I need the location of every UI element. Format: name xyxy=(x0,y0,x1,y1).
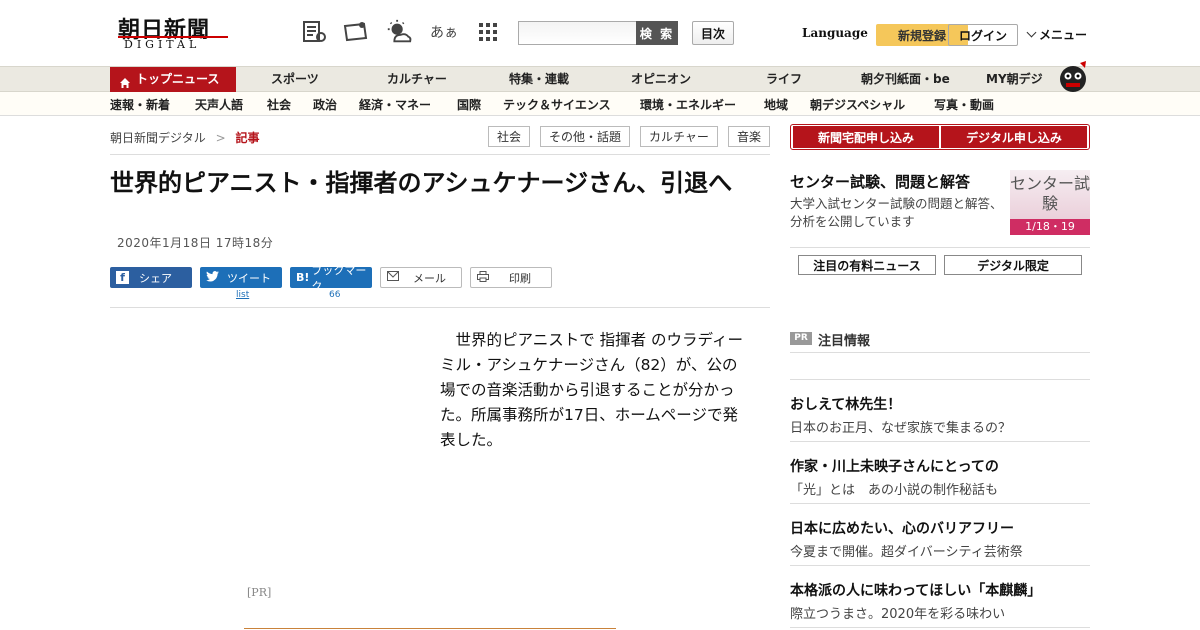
hatena-bookmark-button[interactable]: B! ブックマーク xyxy=(290,264,372,293)
article-body: 世界的ピアニストで 指揮者 のウラディーミル・アシュケナージさん（82）が、公の… xyxy=(440,331,743,449)
pr-badge: PR xyxy=(790,332,812,345)
font-size-icon[interactable]: あぁ xyxy=(430,18,458,46)
divider xyxy=(790,441,1090,442)
chevron-down-icon xyxy=(1026,27,1037,38)
center-exam-banner-text: センター試験 xyxy=(1010,174,1091,213)
pr-heading: 注目情報 xyxy=(818,334,871,349)
facebook-share-button[interactable]: f シェア xyxy=(110,267,192,288)
ad-pr-label: [PR] xyxy=(247,586,272,599)
pr-item-title[interactable]: おしえて林先生！ xyxy=(790,394,901,414)
print-button[interactable]: 印刷 xyxy=(470,267,552,288)
pr-item-title[interactable]: 日本に広めたい、心のバリアフリー xyxy=(790,518,1014,538)
nav-opinion[interactable]: オピニオン xyxy=(631,67,691,92)
pr-item-subtitle[interactable]: 今夏まで開催。超ダイバーシティ芸術祭 xyxy=(790,541,1023,560)
nav-papers[interactable]: 朝夕刊紙面・be xyxy=(861,67,950,92)
nav-features[interactable]: 特集・連載 xyxy=(509,67,569,92)
tag-music[interactable]: 音楽 xyxy=(728,126,770,147)
breadcrumb-home[interactable]: 朝日新聞デジタル xyxy=(110,131,206,145)
tag-other-topics[interactable]: その他・話題 xyxy=(540,126,630,147)
ad-divider xyxy=(244,628,616,629)
hatena-icon: B! xyxy=(296,271,310,284)
search-input[interactable] xyxy=(518,21,638,45)
subnav-international[interactable]: 国際 xyxy=(457,96,481,113)
subnav-society[interactable]: 社会 xyxy=(267,96,291,113)
paid-news-button[interactable]: 注目の有料ニュース xyxy=(798,255,936,275)
apps-grid-icon[interactable] xyxy=(474,18,502,46)
subnav-breaking[interactable]: 速報・新着 xyxy=(110,96,170,113)
subnav-tech[interactable]: テック＆サイエンス xyxy=(503,96,611,113)
divider xyxy=(790,627,1090,628)
nav-top-news[interactable]: トップニュース xyxy=(110,67,236,92)
divider xyxy=(790,503,1090,504)
subnav-local[interactable]: 地域 xyxy=(764,96,788,113)
facebook-icon: f xyxy=(116,271,129,284)
center-exam-description[interactable]: 大学入試センター試験の問題と解答、分析を公開しています xyxy=(790,195,1005,231)
center-exam-title[interactable]: センター試験、問題と解答 xyxy=(790,171,970,192)
ticket-icon[interactable] xyxy=(342,18,370,46)
site-logo-sub[interactable]: DIGITAL xyxy=(124,38,200,51)
table-of-contents-button[interactable]: 目次 xyxy=(692,21,734,45)
nav-my-asadigi[interactable]: MY朝デジ xyxy=(986,67,1043,92)
pr-item-title[interactable]: 本格派の人に味わってほしい「本麒麟」 xyxy=(790,580,1041,600)
search-button[interactable]: 検 索 xyxy=(636,21,678,45)
twitter-icon xyxy=(206,270,219,285)
divider xyxy=(110,154,770,155)
divider xyxy=(110,307,770,308)
menu-button[interactable]: メニュー xyxy=(1026,26,1087,43)
hatena-count[interactable]: 66 xyxy=(329,290,340,300)
subnav-photo-video[interactable]: 写真・動画 xyxy=(934,96,994,113)
site-header: 朝日新聞 DIGITAL あぁ 検 索 目次 Language 新規登録 ログイ… xyxy=(0,0,1200,66)
divider xyxy=(790,247,1090,248)
twitter-tweet-button[interactable]: ツイート xyxy=(200,267,282,288)
pr-item-title[interactable]: 作家・川上未映子さんにとっての xyxy=(790,456,999,476)
divider xyxy=(790,379,1090,380)
divider xyxy=(790,352,1090,353)
login-button[interactable]: ログイン xyxy=(948,24,1018,46)
digital-limited-button[interactable]: デジタル限定 xyxy=(944,255,1082,275)
subnav-economy[interactable]: 経済・マネー xyxy=(359,96,431,113)
language-link[interactable]: Language xyxy=(802,26,868,40)
breadcrumb: 朝日新聞デジタル > 記事 xyxy=(110,129,260,146)
article-date: 2020年1月18日 17時18分 xyxy=(117,236,274,250)
breadcrumb-current: 記事 xyxy=(235,131,260,145)
breadcrumb-separator: > xyxy=(215,131,226,145)
paper-delivery-button[interactable]: 新聞宅配申し込み xyxy=(793,126,939,148)
tag-culture[interactable]: カルチャー xyxy=(640,126,718,147)
center-exam-banner-date: 1/18・19 xyxy=(1010,219,1090,235)
pr-item-subtitle[interactable]: 際立つうまさ。2020年を彩る味わい xyxy=(790,603,1005,622)
digital-subscribe-button[interactable]: デジタル申し込み xyxy=(941,126,1087,148)
sub-nav: 速報・新着 天声人語 社会 政治 経済・マネー 国際 テック＆サイエンス 環境・… xyxy=(0,92,1200,116)
nav-culture[interactable]: カルチャー xyxy=(387,67,447,92)
nav-life[interactable]: ライフ xyxy=(766,67,802,92)
mail-icon xyxy=(387,271,399,284)
tag-society[interactable]: 社会 xyxy=(488,126,530,147)
main-nav: トップニュース スポーツ カルチャー 特集・連載 オピニオン ライフ 朝夕刊紙面… xyxy=(0,61,1200,92)
print-icon xyxy=(477,270,489,285)
mail-button[interactable]: メール xyxy=(380,267,462,288)
newspaper-icon[interactable] xyxy=(300,18,328,46)
pr-item-subtitle[interactable]: 日本のお正月、なぜ家族で集まるの？ xyxy=(790,417,1011,436)
subnav-tenseijingo[interactable]: 天声人語 xyxy=(195,96,243,113)
subnav-politics[interactable]: 政治 xyxy=(313,96,337,113)
divider xyxy=(790,565,1090,566)
article-headline: 世界的ピアニスト・指揮者のアシュケナージさん、引退へ xyxy=(110,169,733,197)
twitter-count[interactable]: list xyxy=(236,290,249,300)
subnav-special[interactable]: 朝デジスペシャル xyxy=(810,96,905,113)
nav-sports[interactable]: スポーツ xyxy=(271,67,319,92)
pr-item-subtitle[interactable]: 「光」とは あの小説の制作秘話も xyxy=(790,479,998,498)
weather-icon[interactable] xyxy=(385,18,413,46)
subnav-environment[interactable]: 環境・エネルギー xyxy=(640,96,736,113)
